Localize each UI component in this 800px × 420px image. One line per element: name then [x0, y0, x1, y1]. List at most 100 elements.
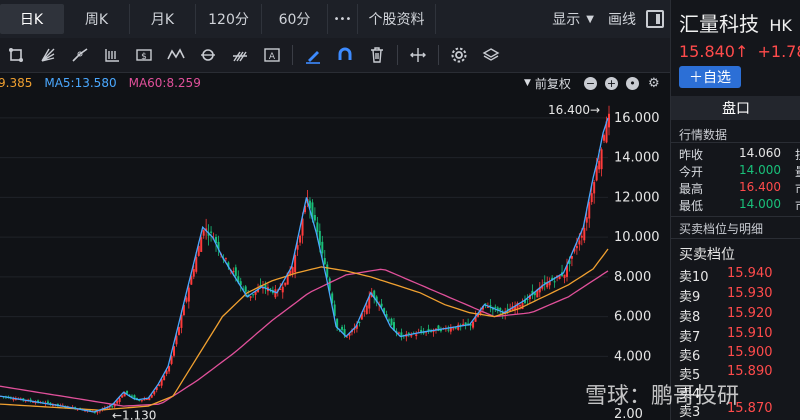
candle-body [590, 193, 593, 203]
candle-body [163, 375, 166, 381]
quote-label: 今开 [679, 165, 704, 179]
trend-icon[interactable] [64, 40, 96, 70]
candle-body [358, 321, 361, 323]
ask-row: 卖7 15.910 [679, 326, 800, 346]
tab-60min[interactable]: 60分 [262, 4, 328, 34]
candle-body [12, 398, 15, 400]
chevron-down-icon: ▼ [524, 78, 531, 88]
candle-body [244, 286, 247, 292]
candle-body [563, 274, 566, 278]
candle-body [519, 305, 522, 307]
crop-icon[interactable] [0, 40, 32, 70]
move-icon[interactable] [402, 40, 434, 70]
ma-line [0, 248, 609, 411]
candle-body [313, 215, 316, 221]
candle-body [232, 271, 235, 273]
ma60-line [0, 268, 609, 407]
candle-body [452, 328, 455, 330]
candle-body [299, 235, 302, 243]
adjust-dropdown[interactable]: ▼ 前复权 [524, 75, 571, 92]
candle-body [316, 222, 319, 232]
candle-body [365, 305, 368, 314]
zoom-in-icon[interactable]: + [605, 76, 618, 90]
candle-body [323, 258, 326, 265]
reset-zoom-icon[interactable]: • [626, 76, 639, 90]
dollar-box-icon[interactable]: $ [128, 40, 160, 70]
quote-extra: 市 [795, 180, 800, 196]
candle-body [291, 267, 294, 274]
trash-icon[interactable] [361, 40, 393, 70]
candle-body [210, 231, 213, 233]
y-tick-label: 12.000 [614, 190, 660, 205]
quote-label: 昨收 [679, 148, 704, 162]
y-tick-label: 16.000 [614, 111, 660, 126]
candle-body [457, 324, 460, 330]
ma-prev-value: 9.385 [0, 76, 33, 90]
candle-body [274, 289, 277, 298]
pen-icon[interactable] [297, 40, 329, 70]
adjust-label: 前复权 [534, 76, 571, 91]
layers-icon[interactable] [475, 40, 507, 70]
display-dropdown[interactable]: 显示 ▼ [552, 9, 594, 29]
pitchfork-icon[interactable] [224, 40, 256, 70]
ma60-value: MA60:8.259 [128, 76, 201, 90]
candle-body [363, 310, 366, 312]
ask-price: 15.930 [727, 286, 773, 301]
candle-body [326, 264, 329, 278]
ask-price: 15.920 [727, 306, 773, 321]
gear-icon[interactable] [443, 40, 475, 70]
cycle-icon[interactable] [192, 40, 224, 70]
candle-body [415, 334, 418, 336]
candle-body [578, 240, 581, 245]
drawing-toolbar: $ A [0, 38, 670, 73]
stock-price-line: 15.840↑ +1.78 [679, 42, 800, 61]
candle-body [150, 395, 153, 398]
candle-body [202, 230, 205, 236]
ask-row: 卖8 15.920 [679, 306, 800, 326]
stock-title: 汇量科技 HK [679, 8, 792, 37]
draw-line-button[interactable]: 画线 [608, 9, 636, 29]
panel-divider [671, 238, 800, 239]
candle-body [296, 245, 299, 250]
y-tick-label: 4.000 [614, 349, 651, 364]
text-box-icon[interactable]: A [256, 40, 288, 70]
candle-body [145, 399, 148, 401]
candle-body [447, 329, 450, 331]
candle-body [192, 269, 195, 277]
ask-row: 卖9 15.930 [679, 286, 800, 306]
toolbar-divider [438, 45, 439, 65]
candle-body [600, 149, 603, 170]
candle-body [249, 296, 252, 298]
tab-monthly-k[interactable]: 月K [130, 4, 196, 34]
fan-icon[interactable] [32, 40, 64, 70]
candle-body [575, 245, 578, 249]
candle-body [553, 281, 556, 283]
candle-body [234, 267, 237, 276]
chart-gear-icon[interactable]: ⚙ [648, 76, 660, 91]
ask-price: 15.910 [727, 326, 773, 341]
bars-icon[interactable] [96, 40, 128, 70]
stock-change: +1.78 [757, 42, 800, 61]
stock-profile-tab[interactable]: 个股资料 [358, 4, 436, 34]
magnet-icon[interactable] [329, 40, 361, 70]
zoom-out-icon[interactable]: − [584, 76, 597, 90]
orderbook-section-title[interactable]: 盘口 [671, 96, 800, 120]
tab-weekly-k[interactable]: 周K [64, 4, 130, 34]
candle-body [464, 322, 467, 325]
candle-body [603, 135, 606, 141]
candle-body [118, 397, 121, 402]
tab-120min[interactable]: 120分 [196, 4, 262, 34]
quote-row: 最高 16.400 市 [679, 180, 800, 196]
svg-text:A: A [269, 52, 276, 62]
add-watchlist-button[interactable]: ＋自选 [679, 66, 741, 88]
more-periods-button[interactable]: ••• [328, 4, 358, 34]
kline-chart[interactable]: 16.00014.00012.00010.0008.0006.0004.0002… [0, 94, 670, 420]
tab-daily-k[interactable]: 日K [0, 4, 64, 34]
ask-level: 卖6 [679, 349, 701, 364]
quote-panel: 汇量科技 HK 15.840↑ +1.78 ＋自选 盘口 行情数据 昨收 14.0… [670, 0, 800, 420]
panel-toggle-icon[interactable] [646, 10, 664, 28]
ma-legend-bar: 9.385 MA5:13.580 MA60:8.259 ▼ 前复权 − + • … [0, 72, 670, 94]
candle-body [140, 400, 143, 402]
wave-icon[interactable] [160, 40, 192, 70]
watermark: 雪球：鹏哥投研 [585, 384, 740, 409]
